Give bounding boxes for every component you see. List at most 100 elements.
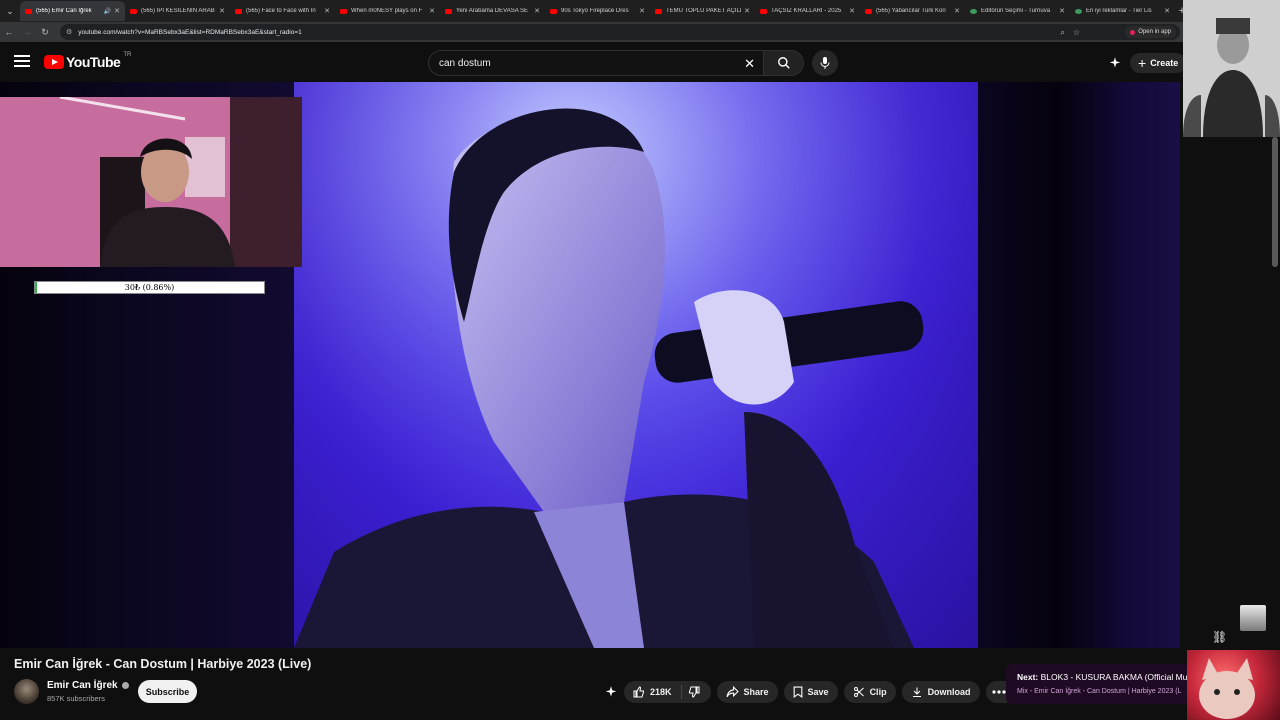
address-bar[interactable]: ⚙ youtube.com/watch?v=MaRBSebx3aE&list=R… bbox=[60, 24, 1180, 40]
more-horizontal-icon bbox=[991, 690, 1006, 694]
clear-search-icon[interactable]: ✕ bbox=[744, 56, 755, 72]
channel-name-row[interactable]: Emir Can İğrek bbox=[47, 680, 129, 691]
close-tab-icon[interactable]: ✕ bbox=[114, 7, 120, 15]
browser-tab[interactable]: 90s Tokyo Fireplace Dres ✕ bbox=[545, 1, 650, 21]
browser-tab-strip: ⌄ (565) Emir Can İğrek 🔊 ✕ (565) İPİ KESİLE… bbox=[0, 0, 1280, 22]
search-bar: can dostum ✕ bbox=[428, 50, 804, 76]
page-scrollbar[interactable] bbox=[1272, 137, 1278, 267]
link-icon[interactable]: ⛓ bbox=[1212, 630, 1227, 644]
close-tab-icon[interactable]: ✕ bbox=[429, 7, 435, 15]
video-frame-singer bbox=[294, 82, 978, 648]
cat-image bbox=[1199, 658, 1255, 719]
browser-tab[interactable]: When m0NESY plays on F ✕ bbox=[335, 1, 440, 21]
youtube-favicon-icon bbox=[445, 8, 452, 14]
bookmark-icon bbox=[793, 686, 802, 698]
portrait-image bbox=[1183, 0, 1280, 137]
browser-toolbar: ← → ↻ ⚙ youtube.com/watch?v=MaRBSebx3aE&… bbox=[0, 22, 1280, 42]
tab-search-icon[interactable]: ⌄ bbox=[0, 0, 20, 22]
browser-tab[interactable]: TAÇSIZ KRALLARI - 2025 ✕ bbox=[755, 1, 860, 21]
download-label: Download bbox=[927, 687, 971, 697]
youtube-logo[interactable]: YouTube TR bbox=[44, 52, 131, 70]
thumbs-down-icon bbox=[688, 686, 700, 698]
save-button[interactable]: Save bbox=[783, 681, 838, 703]
like-button[interactable]: 218K bbox=[624, 681, 681, 703]
back-icon[interactable]: ← bbox=[0, 27, 18, 37]
close-tab-icon[interactable]: ✕ bbox=[639, 7, 645, 15]
download-button[interactable]: Download bbox=[901, 681, 980, 703]
tab-list: (565) Emir Can İğrek 🔊 ✕ (565) İPİ KESİLENİ… bbox=[20, 1, 1175, 21]
video-player[interactable] bbox=[294, 82, 978, 648]
tab-title: (565) Face to Face with In bbox=[246, 8, 316, 14]
close-tab-icon[interactable]: ✕ bbox=[324, 7, 330, 15]
browser-tab[interactable]: (565) İPİ KESİLENİN ARAB ✕ bbox=[125, 1, 230, 21]
close-tab-icon[interactable]: ✕ bbox=[849, 7, 855, 15]
search-input[interactable]: can dostum ✕ bbox=[428, 50, 764, 76]
reload-icon[interactable]: ↻ bbox=[36, 27, 54, 38]
browser-tab[interactable]: Editörün Seçimi - Turnuva ✕ bbox=[965, 1, 1070, 21]
create-button[interactable]: + Create bbox=[1130, 53, 1187, 73]
close-tab-icon[interactable]: ✕ bbox=[1164, 7, 1170, 15]
youtube-favicon-icon bbox=[550, 8, 557, 14]
subscribe-button[interactable]: Subscribe bbox=[138, 680, 197, 703]
like-dislike-group: 218K bbox=[624, 681, 711, 703]
browser-tab[interactable]: (565) Face to Face with In ✕ bbox=[230, 1, 335, 21]
channel-avatar[interactable] bbox=[14, 679, 39, 704]
youtube-favicon-icon bbox=[760, 8, 767, 14]
zoom-icon[interactable]: ⌕ bbox=[1060, 28, 1064, 38]
next-video-title: BLOK3 - KUSURA BAKMA (Official Mu bbox=[1040, 672, 1188, 682]
ambient-glow-right bbox=[978, 82, 1180, 648]
clip-label: Clip bbox=[869, 687, 887, 697]
browser-tab[interactable]: (565) Emir Can İğrek 🔊 ✕ bbox=[20, 1, 125, 21]
share-button[interactable]: Share bbox=[716, 681, 778, 703]
tab-title: (565) Yabancılar Türk Kon bbox=[876, 8, 946, 14]
browser-tab[interactable]: (565) Yabancılar Türk Kon ✕ bbox=[860, 1, 965, 21]
close-tab-icon[interactable]: ✕ bbox=[954, 7, 960, 15]
share-icon bbox=[726, 686, 739, 698]
browser-tab[interactable]: Yeni Arabama DEVASA SE ✕ bbox=[440, 1, 545, 21]
site-info-icon[interactable]: ⚙ bbox=[66, 28, 72, 36]
sparkle-icon[interactable] bbox=[1108, 56, 1122, 70]
thumbs-up-icon bbox=[633, 686, 644, 698]
like-count: 218K bbox=[650, 687, 672, 697]
sparkle-ask-icon[interactable] bbox=[604, 685, 618, 699]
search-button[interactable] bbox=[764, 50, 804, 76]
forward-icon[interactable]: → bbox=[18, 27, 36, 37]
scissors-icon bbox=[853, 687, 864, 697]
next-video-card[interactable]: Next: BLOK3 - KUSURA BAKMA (Official Mu … bbox=[1006, 664, 1194, 704]
url-text: youtube.com/watch?v=MaRBSebx3aE&list=RDM… bbox=[78, 28, 302, 36]
video-actions: 218K Share Save Clip Download bbox=[604, 681, 1017, 703]
browser-tab[interactable]: En iyi reklamlar - Tier Lis ✕ bbox=[1070, 1, 1175, 21]
verified-icon bbox=[121, 682, 129, 689]
voice-search-button[interactable] bbox=[812, 50, 838, 76]
bookmark-star-icon[interactable]: ☆ bbox=[1073, 28, 1080, 38]
search-query: can dostum bbox=[439, 57, 491, 69]
open-in-app-button[interactable]: Open in app bbox=[1125, 26, 1176, 38]
tab-title: When m0NESY plays on F bbox=[351, 8, 423, 14]
browser-tab[interactable]: TEMU TOPLU PAKET AÇILI ✕ bbox=[650, 1, 755, 21]
youtube-favicon-icon bbox=[655, 8, 662, 14]
youtube-favicon-icon bbox=[865, 8, 872, 14]
donation-goal-bar: 30₺ (0.86%) bbox=[34, 281, 265, 294]
menu-icon[interactable] bbox=[14, 55, 30, 69]
app-icon bbox=[1130, 29, 1136, 35]
overlay-avatar bbox=[1240, 605, 1266, 631]
close-tab-icon[interactable]: ✕ bbox=[744, 7, 750, 15]
channel-name[interactable]: Emir Can İğrek bbox=[47, 680, 118, 691]
close-tab-icon[interactable]: ✕ bbox=[534, 7, 540, 15]
webcam-frame bbox=[0, 97, 302, 267]
logo-wordmark: YouTube bbox=[66, 54, 121, 70]
youtube-favicon-icon bbox=[130, 8, 137, 14]
tab-title: (565) Emir Can İğrek bbox=[36, 8, 92, 14]
dislike-button[interactable] bbox=[682, 681, 711, 703]
download-icon bbox=[912, 687, 921, 697]
streamer-webcam bbox=[0, 97, 302, 267]
subscriber-count: 857K subscribers bbox=[47, 694, 105, 703]
close-tab-icon[interactable]: ✕ bbox=[1059, 7, 1065, 15]
site-favicon-icon bbox=[1075, 8, 1082, 14]
clip-button[interactable]: Clip bbox=[843, 681, 896, 703]
plus-icon: + bbox=[1138, 55, 1147, 71]
close-tab-icon[interactable]: ✕ bbox=[219, 7, 225, 15]
tab-audio-icon[interactable]: 🔊 bbox=[104, 8, 111, 15]
portrait-overlay bbox=[1183, 0, 1280, 137]
tab-title: TEMU TOPLU PAKET AÇILI bbox=[666, 8, 742, 14]
